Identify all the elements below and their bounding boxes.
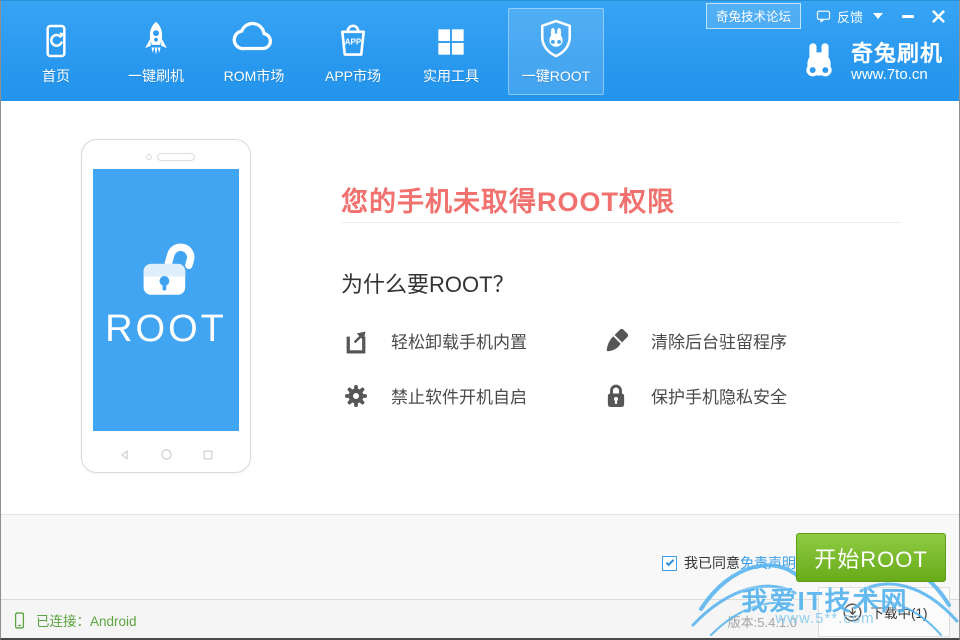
close-button[interactable] [923, 5, 953, 27]
tab-app-market-label: APP市场 [325, 66, 381, 86]
cloud-icon [231, 9, 277, 61]
checkmark-icon [665, 558, 673, 566]
unlocked-padlock-icon [131, 234, 201, 298]
app-bag-text: APP [345, 38, 362, 47]
brush-icon [601, 326, 631, 356]
feature-text: 禁止软件开机自启 [391, 383, 527, 408]
rocket-icon [135, 9, 177, 61]
forum-button[interactable]: 奇兔技术论坛 [706, 3, 801, 29]
disclaimer-link[interactable]: 免责声明 [740, 553, 796, 573]
app-bag-icon: APP [332, 9, 374, 61]
menu-dropdown-button[interactable] [863, 5, 893, 27]
minimize-button[interactable] [893, 5, 923, 27]
connection-text: 已连接：Android [36, 610, 137, 630]
title-divider [341, 222, 901, 223]
agree-checkbox[interactable] [662, 556, 677, 571]
minimize-icon [902, 15, 914, 18]
android-recent-icon [202, 449, 214, 461]
feature-text: 轻松卸载手机内置 [391, 328, 527, 353]
home-refresh-icon [36, 9, 76, 61]
brand-name: 奇兔刷机 [851, 41, 943, 66]
gear-icon [341, 381, 371, 411]
tab-root[interactable]: 一键ROOT [508, 8, 604, 95]
phone-speaker-bar [157, 153, 195, 161]
phone-illustration: ROOT [81, 139, 251, 473]
action-panel: 我已同意 免责声明 开始ROOT [1, 514, 959, 599]
brand-url: www.7to.cn [851, 66, 943, 83]
phone-camera-dot [146, 154, 152, 160]
shield-rabbit-icon [534, 9, 578, 61]
feature-clean: 清除后台驻留程序 [601, 313, 821, 368]
android-home-icon [160, 448, 173, 461]
feature-text: 保护手机隐私安全 [651, 383, 787, 408]
page-title: 您的手机未取得ROOT权限 [341, 180, 675, 219]
download-status-button[interactable]: 下载中(1) [818, 587, 950, 637]
tab-home-label: 首页 [42, 66, 70, 86]
phone-screen: ROOT [93, 169, 239, 431]
close-icon [932, 10, 945, 23]
tools-grid-icon [432, 9, 470, 61]
tab-rom-market-label: ROM市场 [224, 66, 285, 86]
tab-flash[interactable]: 一键刷机 [108, 8, 204, 95]
version-text: 版本:5.4.1.0 [728, 612, 797, 631]
agree-row: 我已同意 免责声明 [662, 553, 796, 573]
agree-label: 我已同意 [684, 553, 740, 573]
connection-status: 已连接：Android [11, 600, 137, 640]
feature-uninstall: 轻松卸载手机内置 [341, 313, 601, 368]
lock-icon [601, 381, 631, 411]
chevron-down-icon [873, 13, 883, 19]
speech-bubble-icon [815, 8, 832, 25]
why-root-heading: 为什么要ROOT？ [341, 267, 515, 299]
titlebar-controls: 奇兔技术论坛 反馈 [706, 4, 953, 28]
feedback-label: 反馈 [837, 7, 863, 26]
header-bar: 首页 一键刷机 ROM市场 [1, 1, 959, 101]
uninstall-icon [341, 326, 371, 356]
rabbit-logo-icon [796, 39, 842, 85]
tab-home[interactable]: 首页 [8, 8, 104, 95]
tab-rom-market[interactable]: ROM市场 [206, 8, 302, 95]
tab-flash-label: 一键刷机 [128, 66, 184, 86]
tab-root-label: 一键ROOT [522, 66, 590, 86]
feature-privacy: 保护手机隐私安全 [601, 368, 821, 423]
phone-screen-text: ROOT [105, 308, 227, 351]
feature-text: 清除后台驻留程序 [651, 328, 787, 353]
start-root-button[interactable]: 开始ROOT [796, 533, 946, 582]
download-icon [841, 601, 864, 624]
feedback-button[interactable]: 反馈 [815, 7, 863, 26]
feature-autostart: 禁止软件开机自启 [341, 368, 601, 423]
brand-logo: 奇兔刷机 www.7to.cn [796, 39, 943, 85]
phone-nav-buttons [82, 448, 250, 461]
tab-tools[interactable]: 实用工具 [403, 8, 499, 95]
status-bar: 已连接：Android 版本:5.4.1.0 下载中(1) [1, 599, 959, 640]
tab-tools-label: 实用工具 [423, 66, 479, 86]
android-back-icon [119, 449, 131, 461]
tab-app-market[interactable]: APP APP市场 [305, 8, 401, 95]
feature-list: 轻松卸载手机内置 清除后台驻留程序 禁止软件开机自启 [341, 313, 821, 423]
download-text: 下载中(1) [871, 602, 928, 622]
connected-phone-icon [11, 611, 28, 630]
qitu-root-window: 首页 一键刷机 ROM市场 [0, 0, 960, 640]
